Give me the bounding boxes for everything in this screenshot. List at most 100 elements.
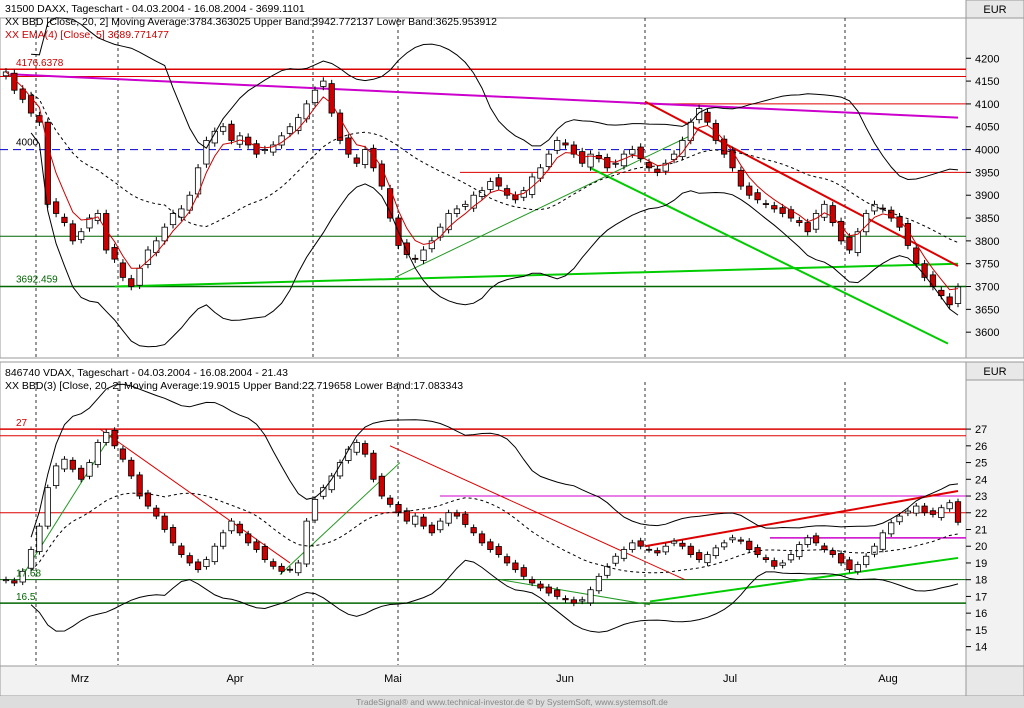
dax-candle-body	[320, 80, 327, 87]
vdax-candle-body	[662, 545, 669, 553]
vdax-candle-body	[854, 564, 861, 573]
month-label-aug: Aug	[878, 673, 898, 685]
vdax-candle	[954, 498, 962, 526]
dax-candle-body	[353, 157, 360, 164]
dax-panel: EUR 31500 DAXX, Tageschart - 04.03.2004 …	[0, 0, 1024, 360]
vdax-candle-body	[871, 545, 878, 555]
vdax-candle-body	[495, 546, 502, 555]
vdax-level-label-27: 27	[16, 418, 28, 429]
vdax-ytick-label: 27	[975, 424, 987, 436]
dax-candle-body	[762, 203, 770, 205]
vdax-candle-body	[453, 512, 461, 517]
vdax-header-line1: 846740 VDAX, Tageschart - 04.03.2004 - 1…	[5, 367, 288, 379]
vdax-ytick-label: 23	[975, 491, 987, 503]
dax-candle-body	[654, 168, 661, 173]
vdax-candle-body	[78, 467, 85, 480]
vdax-ytick-label: 22	[975, 508, 987, 520]
dax-candle-body	[420, 249, 427, 261]
vdax-candle-body	[879, 532, 886, 550]
dax-candle-body	[804, 222, 811, 233]
vdax-candle-body	[712, 547, 719, 557]
vdax-candle-body	[771, 560, 778, 567]
vdax-candle-body	[896, 515, 903, 523]
vdax-ytick-label: 21	[975, 524, 987, 536]
vdax-candle-body	[737, 539, 744, 542]
vdax-candle-body	[812, 535, 820, 544]
vdax-candle-body	[863, 555, 870, 566]
vdax-candle-body	[804, 537, 811, 545]
vdax-ytick-label: 19	[975, 558, 987, 570]
vdax-candle-body	[721, 542, 728, 548]
vdax-candle-body	[545, 586, 552, 594]
vdax-candle-body	[938, 507, 945, 518]
dax-candle	[328, 79, 335, 117]
dax-ytick-label: 3800	[975, 236, 999, 248]
vdax-candle-body	[762, 557, 770, 561]
month-label-jun: Jun	[556, 673, 574, 685]
vdax-ytick-label: 17	[975, 591, 987, 603]
vdax-candle-body	[220, 532, 227, 547]
dax-ytick-label: 3900	[975, 190, 999, 202]
vdax-ytick-label: 24	[975, 474, 987, 486]
dax-candle-body	[261, 149, 268, 151]
vdax-candle-body	[470, 527, 477, 534]
vdax-candle-body	[428, 524, 436, 534]
dax-ytick-label: 3850	[975, 213, 999, 225]
vdax-panel: EUR 846740 VDAX, Tageschart - 04.03.2004…	[0, 361, 1024, 667]
dax-candle-body	[69, 223, 76, 242]
vdax-candle-body	[153, 507, 160, 517]
dax-candle-body	[562, 142, 569, 146]
vdax-candle	[378, 473, 385, 500]
dax-candle-body	[612, 162, 619, 165]
vdax-ytick-label: 26	[975, 441, 987, 453]
dax-header-line1: 31500 DAXX, Tageschart - 04.03.2004 - 16…	[5, 3, 305, 15]
vdax-candle	[879, 529, 886, 553]
vdax-candle	[44, 484, 51, 530]
dax-candle	[194, 164, 202, 198]
dax-candle	[103, 209, 110, 254]
dax-candle	[69, 220, 76, 245]
vdax-candle-body	[44, 487, 51, 527]
dax-candle-body	[913, 247, 920, 265]
dax-ytick-label: 4200	[975, 53, 999, 65]
vdax-candle-body	[612, 555, 619, 564]
vdax-candle-body	[821, 545, 828, 550]
dax-candle-body	[629, 149, 636, 155]
vdax-candle-body	[921, 505, 928, 514]
vdax-candle-body	[11, 580, 18, 584]
dax-ytick-label: 4150	[975, 76, 999, 88]
vdax-ytick-label: 15	[975, 625, 987, 637]
vdax-candle-body	[687, 545, 694, 555]
month-label-mai: Mai	[384, 673, 402, 685]
dax-candle-body	[929, 274, 937, 287]
vdax-candle-body	[303, 520, 310, 565]
vdax-candle-body	[94, 442, 101, 466]
vdax-candle-body	[69, 459, 76, 470]
dax-candle-body	[746, 185, 753, 196]
vdax-candle	[311, 496, 319, 524]
dax-candle-body	[863, 213, 870, 233]
vdax-candle	[169, 524, 177, 546]
dax-candle	[679, 136, 686, 161]
dax-candle-body	[812, 213, 820, 230]
dax-candle-body	[228, 123, 235, 141]
dax-candle-body	[554, 140, 561, 151]
vdax-candle-body	[370, 452, 377, 480]
vdax-candle	[111, 427, 118, 449]
vdax-candle-body	[211, 545, 218, 563]
vdax-candle-body	[161, 515, 168, 530]
vdax-candle	[27, 546, 35, 572]
vdax-candle-body	[295, 562, 302, 574]
chart-canvas: EUR 31500 DAXX, Tageschart - 04.03.2004 …	[0, 0, 1024, 708]
vdax-candle-body	[837, 553, 845, 564]
dax-level-label-4000: 4000	[16, 138, 39, 149]
vdax-candle	[220, 529, 227, 550]
dax-currency: EUR	[983, 4, 1006, 16]
vdax-candle	[36, 523, 43, 555]
dax-candle-body	[111, 247, 118, 260]
vdax-candle-body	[328, 475, 335, 491]
dax-candle	[729, 146, 736, 172]
corner-box	[965, 665, 1024, 697]
dax-candle	[812, 209, 820, 233]
dax-candle-body	[545, 153, 552, 167]
